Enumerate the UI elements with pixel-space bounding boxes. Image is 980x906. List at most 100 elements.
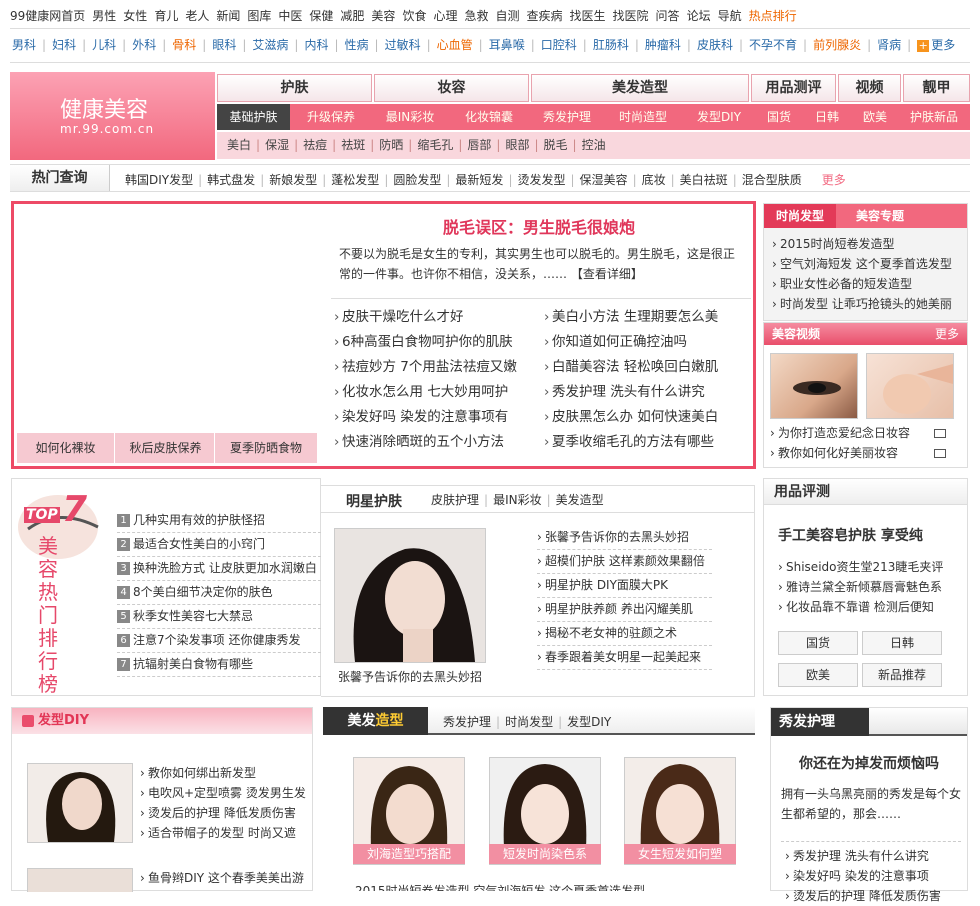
subtab[interactable]: 发型DIY [683, 104, 755, 130]
dept-link[interactable]: 肾病 [877, 38, 901, 52]
dept-link[interactable]: 不孕不育 [749, 38, 797, 52]
nav-link[interactable]: 查疾病 [527, 9, 563, 23]
nav-link[interactable]: 急救 [464, 9, 488, 23]
article-link[interactable]: 皮肤干燥吃什么才好 [334, 305, 544, 330]
photo-caption[interactable]: 女生短发如何塑 [624, 844, 736, 864]
ranking-item[interactable]: 3 换种洗脸方式 让皮肤更加水润嫩白 [117, 557, 321, 581]
slide-caption[interactable]: 夏季防晒食物 [217, 433, 315, 463]
nav-link[interactable]: 自测 [495, 9, 519, 23]
article-link[interactable]: 揭秘不老女神的驻颜之术 [537, 622, 712, 646]
dept-link[interactable]: 肛肠科 [593, 38, 629, 52]
article-link[interactable]: 秀发护理 洗头有什么讲究 [544, 380, 749, 405]
headline-title[interactable]: 脱毛误区：男生脱毛很娘炮 [334, 214, 744, 238]
nav-link[interactable]: 男性 [92, 9, 116, 23]
video-link[interactable]: 为你打造恋爱纪念日妆容 [770, 423, 946, 443]
nav-link[interactable]: 心理 [433, 9, 457, 23]
ranking-item[interactable]: 4 8个美白细节决定你的肤色 [117, 581, 321, 605]
celebrity-photo[interactable] [334, 528, 486, 663]
hair-link[interactable]: 烫发后的护理 降低发质伤害 [140, 803, 306, 823]
dept-link[interactable]: 妇科 [52, 38, 76, 52]
article-link[interactable]: 染发好吗 染发的注意事项有 [334, 405, 544, 430]
article-link[interactable]: 美白小方法 生理期要怎么美 [544, 305, 749, 330]
hair-care-link[interactable]: 秀发护理 洗头有什么讲究 [785, 846, 941, 866]
tag-link[interactable]: 脱毛 [544, 138, 568, 152]
star-tab[interactable]: 皮肤护理 [431, 493, 479, 507]
hair-photo[interactable] [27, 868, 133, 892]
hot-query-link[interactable]: 保湿美容 [580, 173, 628, 187]
video-link[interactable]: 教你如何化好美丽妆容 [770, 443, 946, 463]
nav-link[interactable]: 中医 [278, 9, 302, 23]
logo[interactable]: 健康美容 mr.99.com.cn [10, 72, 215, 160]
nav-link[interactable]: 减肥 [340, 9, 364, 23]
subtab[interactable]: 日韩 [803, 104, 851, 130]
hair-photo[interactable] [27, 763, 133, 843]
nav-link[interactable]: 找医生 [570, 9, 606, 23]
slide-caption[interactable]: 如何化裸妆 [17, 433, 115, 463]
hair-tab[interactable]: 秀发护理 [443, 715, 491, 729]
hot-query-link[interactable]: 美白祛斑 [680, 173, 728, 187]
ranking-item[interactable]: 1 几种实用有效的护肤怪招 [117, 509, 321, 533]
hot-query-link[interactable]: 韩式盘发 [207, 173, 255, 187]
dept-link[interactable]: 外科 [132, 38, 156, 52]
article-link[interactable]: 张馨予告诉你的去黑头妙招 [537, 526, 712, 550]
ranking-item[interactable]: 5 秋季女性美容七大禁忌 [117, 605, 321, 629]
nav-link[interactable]: 99健康网首页 [10, 9, 85, 23]
hot-query-link[interactable]: 最新短发 [455, 173, 503, 187]
star-tab[interactable]: 美发造型 [556, 493, 604, 507]
review-link[interactable]: Shiseido资生堂213睫毛夹评 [778, 557, 943, 577]
dept-link[interactable]: 过敏科 [385, 38, 421, 52]
hot-query-link[interactable]: 烫发发型 [517, 173, 565, 187]
photo-caption[interactable]: 短发时尚染色系 [489, 844, 601, 864]
article-link[interactable]: 祛痘妙方 7个用盐法祛痘又嫩 [334, 355, 544, 380]
slide-caption[interactable]: 秋后皮肤保养 [117, 433, 215, 463]
tag-link[interactable]: 祛斑 [341, 138, 365, 152]
hair-link[interactable]: 教你如何绑出新发型 [140, 763, 306, 783]
tag-link[interactable]: 防晒 [379, 138, 403, 152]
article-link[interactable]: 你知道如何正确控油吗 [544, 330, 749, 355]
review-link[interactable]: 雅诗兰黛全新倾慕唇膏魅色系 [778, 577, 943, 597]
subtab[interactable]: 时尚造型 [607, 104, 679, 130]
nav-link[interactable]: 老人 [185, 9, 209, 23]
dept-link[interactable]: 内科 [304, 38, 328, 52]
ranking-item[interactable]: 2 最适合女性美白的小窍门 [117, 533, 321, 557]
article-link[interactable]: 6种高蛋白食物呵护你的肌肤 [334, 330, 544, 355]
article-link[interactable]: 化妆水怎么用 七大妙用呵护 [334, 380, 544, 405]
side-link[interactable]: 职业女性必备的短发造型 [772, 274, 952, 294]
ranking-item[interactable]: 7 抗辐射美白食物有哪些 [117, 653, 321, 677]
nav-link[interactable]: 导航 [718, 9, 742, 23]
hair-link[interactable]: 适合带帽子的发型 时尚又遮 [140, 823, 306, 843]
tab-product-review[interactable]: 用品测评 [751, 74, 836, 102]
article-link[interactable]: 皮肤黑怎么办 如何快速美白 [544, 405, 749, 430]
nav-link[interactable]: 女性 [123, 9, 147, 23]
tab-makeup[interactable]: 妆容 [374, 74, 529, 102]
filter-domestic-button[interactable]: 国货 [778, 631, 858, 655]
hair-tab[interactable]: 时尚发型 [505, 715, 553, 729]
article-link[interactable]: 超模们护肤 这样素颜效果翻倍 [537, 550, 712, 574]
nav-link-hot[interactable]: 热点排行 [749, 9, 797, 23]
hot-query-link[interactable]: 底妆 [642, 173, 666, 187]
dept-link[interactable]: 耳鼻喉 [489, 38, 525, 52]
subtab[interactable]: 欧美 [851, 104, 899, 130]
tag-link[interactable]: 缩毛孔 [417, 138, 453, 152]
dept-link[interactable]: 肿瘤科 [645, 38, 681, 52]
article-link[interactable]: 夏季收缩毛孔的方法有哪些 [544, 430, 749, 455]
hair-link[interactable]: 鱼骨辫DIY 这个春季美美出游 [140, 868, 304, 888]
hot-query-link[interactable]: 新娘发型 [269, 173, 317, 187]
subtab[interactable]: 最IN彩妆 [374, 104, 446, 130]
review-headline[interactable]: 手工美容皂护肤 享受纯 [778, 525, 923, 545]
filter-new-button[interactable]: 新品推荐 [862, 663, 942, 687]
nav-link[interactable]: 美容 [371, 9, 395, 23]
dept-link[interactable]: 骨科 [172, 38, 196, 52]
nav-link[interactable]: 保健 [309, 9, 333, 23]
hot-query-link[interactable]: 蓬松发型 [331, 173, 379, 187]
nav-link[interactable]: 问答 [656, 9, 680, 23]
more-links[interactable]: 2015时尚短卷发造型 空气刘海短发 这个夏季首选发型 [355, 884, 755, 891]
subtab-basic-care[interactable]: 基础护肤 [217, 104, 290, 130]
tab-nails[interactable]: 靓甲 [903, 74, 970, 102]
nav-link[interactable]: 找医院 [613, 9, 649, 23]
tab-hair-styling[interactable]: 美发造型 [531, 74, 749, 102]
dept-link[interactable]: 心血管 [437, 38, 473, 52]
dept-more-link[interactable]: 更多 [931, 38, 955, 52]
filter-western-button[interactable]: 欧美 [778, 663, 858, 687]
dept-link[interactable]: 眼科 [212, 38, 236, 52]
